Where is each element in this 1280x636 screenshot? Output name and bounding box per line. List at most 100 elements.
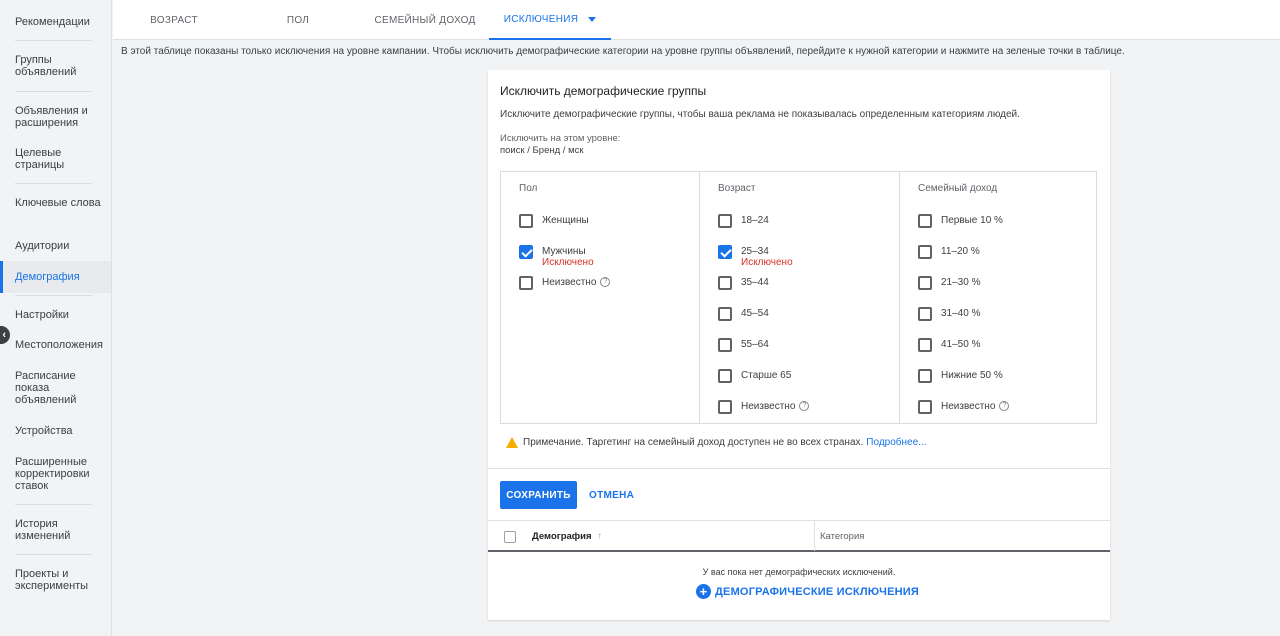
sidebar-item-locations[interactable]: Местоположения xyxy=(0,339,111,351)
age-column: Возраст 18–24 25–34 Исключено 35–44 45–54… xyxy=(699,172,899,423)
checkbox[interactable] xyxy=(918,276,932,290)
option-age-65-plus[interactable]: Старше 65 xyxy=(718,369,791,385)
sidebar-divider xyxy=(15,91,92,92)
option-income-lower-50[interactable]: Нижние 50 % xyxy=(918,369,1003,385)
warning-icon xyxy=(506,437,518,448)
option-label: 35–44 xyxy=(741,277,769,288)
checkbox[interactable] xyxy=(918,245,932,259)
save-button[interactable]: СОХРАНИТЬ xyxy=(500,481,577,509)
cancel-button[interactable]: ОТМЕНА xyxy=(589,481,634,509)
checkbox[interactable] xyxy=(718,400,732,414)
divider xyxy=(488,468,1110,469)
option-age-25-34[interactable]: 25–34 Исключено xyxy=(718,245,793,268)
help-icon[interactable]: ? xyxy=(799,401,810,412)
help-icon[interactable]: ? xyxy=(999,401,1010,412)
sidebar-divider xyxy=(15,183,92,184)
checkbox[interactable] xyxy=(519,276,533,290)
checkbox[interactable] xyxy=(918,307,932,321)
option-income-11-20[interactable]: 11–20 % xyxy=(918,245,980,261)
add-demographic-exclusions-button[interactable]: + ДЕМОГРАФИЧЕСКИЕ ИСКЛЮЧЕНИЯ xyxy=(696,584,919,599)
column-header: Семейный доход xyxy=(918,183,998,194)
empty-table-message: У вас пока нет демографических исключени… xyxy=(702,567,896,577)
option-age-55-64[interactable]: 55–64 xyxy=(718,338,769,354)
checkbox[interactable] xyxy=(918,338,932,352)
option-gender-unknown[interactable]: Неизвестно? xyxy=(519,276,611,292)
sidebar-item-audiences[interactable]: Аудитории xyxy=(0,240,111,252)
sidebar-item-devices[interactable]: Устройства xyxy=(0,425,111,437)
tab-age[interactable]: ВОЗРАСТ xyxy=(113,0,235,40)
sidebar-item-change-history[interactable]: История изменений xyxy=(0,518,111,542)
sidebar: Рекомендации Группы объявлений Объявлени… xyxy=(0,0,112,636)
option-income-21-30[interactable]: 21–30 % xyxy=(918,276,980,292)
sidebar-item-landing-pages[interactable]: Целевые страницы xyxy=(0,147,111,171)
option-label: 45–54 xyxy=(741,308,769,319)
checkbox[interactable] xyxy=(918,369,932,383)
checkbox[interactable] xyxy=(519,214,533,228)
checkbox[interactable] xyxy=(718,276,732,290)
checkbox[interactable] xyxy=(718,338,732,352)
option-age-18-24[interactable]: 18–24 xyxy=(718,214,769,230)
checkbox[interactable] xyxy=(718,369,732,383)
column-header-category[interactable]: Категория xyxy=(820,531,864,542)
option-label: 11–20 % xyxy=(941,246,980,257)
income-column: Семейный доход Первые 10 % 11–20 % 21–30… xyxy=(899,172,1096,423)
tab-label: ПОЛ xyxy=(286,14,310,26)
checkbox[interactable] xyxy=(918,400,932,414)
option-label: Неизвестно xyxy=(941,401,996,412)
option-label: Женщины xyxy=(542,215,589,226)
sidebar-item-recommendations[interactable]: Рекомендации xyxy=(0,16,111,28)
option-female[interactable]: Женщины xyxy=(519,214,589,230)
sidebar-item-settings[interactable]: Настройки xyxy=(0,309,111,321)
sidebar-item-drafts-experiments[interactable]: Проекты и эксперименты xyxy=(0,568,111,592)
option-income-31-40[interactable]: 31–40 % xyxy=(918,307,980,323)
add-exclusions-label: ДЕМОГРАФИЧЕСКИЕ ИСКЛЮЧЕНИЯ xyxy=(715,585,919,598)
column-header: Возраст xyxy=(718,183,756,194)
checkbox[interactable] xyxy=(718,214,732,228)
checkbox[interactable] xyxy=(718,307,732,321)
note-text: Примечание. Таргетинг на семейный доход … xyxy=(523,437,864,448)
option-label: 55–64 xyxy=(741,339,769,350)
option-age-45-54[interactable]: 45–54 xyxy=(718,307,769,323)
option-income-41-50[interactable]: 41–50 % xyxy=(918,338,980,354)
tab-label: ИСКЛЮЧЕНИЯ xyxy=(503,13,579,25)
tab-household-income[interactable]: СЕМЕЙНЫЙ ДОХОД xyxy=(361,0,489,40)
sidebar-item-demographics[interactable]: Демография xyxy=(0,261,111,293)
sidebar-item-ad-schedule[interactable]: Расписание показа объявлений xyxy=(0,370,111,406)
option-age-unknown[interactable]: Неизвестно? xyxy=(718,400,810,416)
option-label: Первые 10 % xyxy=(941,215,1003,226)
tab-bar: ВОЗРАСТ ПОЛ СЕМЕЙНЫЙ ДОХОД ИСКЛЮЧЕНИЯ xyxy=(113,0,1280,40)
gender-column: Пол Женщины Мужчины Исключено Неизвестно? xyxy=(501,172,699,423)
learn-more-link[interactable]: Подробнее... xyxy=(866,437,926,448)
column-header-label: Демография xyxy=(532,531,592,542)
card-title: Исключить демографические группы xyxy=(500,84,707,98)
sidebar-divider xyxy=(15,295,92,296)
chevron-down-icon[interactable] xyxy=(588,16,597,22)
sort-arrow-up-icon[interactable]: ↑ xyxy=(598,531,603,542)
column-header: Пол xyxy=(519,183,538,194)
option-income-top-10[interactable]: Первые 10 % xyxy=(918,214,1003,230)
option-male[interactable]: Мужчины Исключено xyxy=(519,245,594,268)
option-income-unknown[interactable]: Неизвестно? xyxy=(918,400,1010,416)
sidebar-divider xyxy=(15,554,92,555)
sidebar-item-ads-extensions[interactable]: Объявления и расширения xyxy=(0,105,111,129)
select-all-checkbox[interactable] xyxy=(504,531,516,543)
excluded-status: Исключено xyxy=(741,257,793,268)
help-icon[interactable]: ? xyxy=(600,277,611,288)
checkbox[interactable] xyxy=(918,214,932,228)
option-label: 41–50 % xyxy=(941,339,981,350)
card-description: Исключите демографические группы, чтобы … xyxy=(500,109,1020,120)
column-header-demographics[interactable]: Демография ↑ xyxy=(532,531,602,542)
tab-exclusions[interactable]: ИСКЛЮЧЕНИЯ xyxy=(489,0,611,40)
option-age-35-44[interactable]: 35–44 xyxy=(718,276,769,292)
tab-gender[interactable]: ПОЛ xyxy=(243,0,353,40)
level-label: Исключить на этом уровне: xyxy=(500,133,621,144)
sidebar-item-keywords[interactable]: Ключевые слова xyxy=(0,197,111,209)
sidebar-item-ad-groups[interactable]: Группы объявлений xyxy=(0,54,111,78)
info-text: В этой таблице показаны только исключени… xyxy=(121,46,1125,57)
exclude-demographics-card: Исключить демографические группы Исключи… xyxy=(488,70,1110,620)
checkbox-checked[interactable] xyxy=(519,245,533,259)
checkbox-checked[interactable] xyxy=(718,245,732,259)
sidebar-item-advanced-bid-adjustments[interactable]: Расширенные корректировки ставок xyxy=(0,456,111,492)
plus-circle-icon: + xyxy=(696,584,711,599)
excluded-status: Исключено xyxy=(542,257,594,268)
